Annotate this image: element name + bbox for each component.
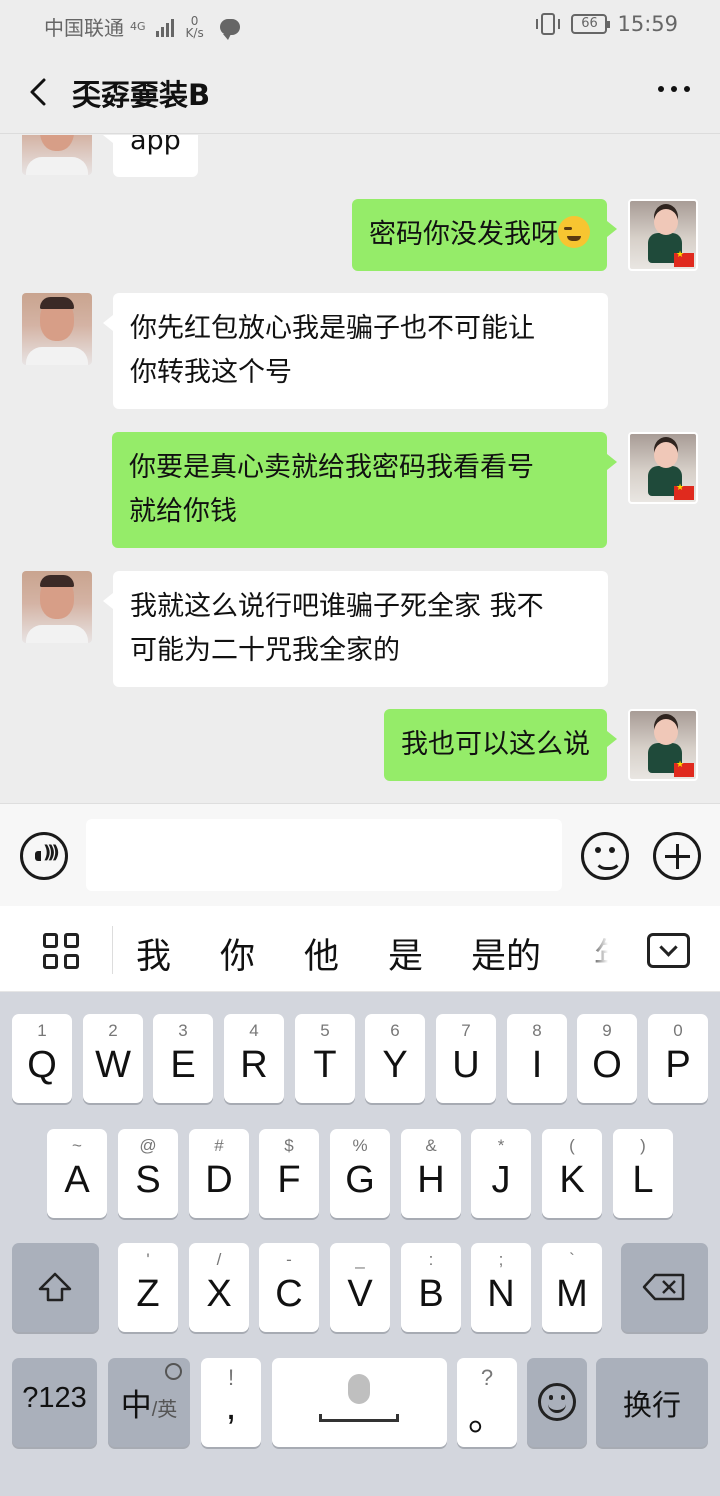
key-q[interactable]: 1Q xyxy=(12,1014,72,1103)
period-key[interactable]: ?。 xyxy=(457,1358,517,1447)
network-type: 4G xyxy=(130,20,146,33)
key-c[interactable]: -C xyxy=(259,1243,319,1332)
message-text: 密码你没发我呀 xyxy=(369,219,558,250)
message-bubble-incoming[interactable]: app xyxy=(103,135,198,177)
key-t[interactable]: 5T xyxy=(295,1014,355,1103)
smiley-icon xyxy=(538,1383,576,1421)
emoji-button[interactable] xyxy=(581,832,629,880)
key-k[interactable]: (K xyxy=(542,1129,602,1218)
backspace-key[interactable] xyxy=(621,1243,708,1332)
message-text-line: 可能为二十咒我全家的 xyxy=(130,635,400,666)
candidate-word[interactable]: 是的 xyxy=(471,928,541,979)
chat-notification-icon xyxy=(219,18,240,40)
shift-key[interactable] xyxy=(12,1243,99,1332)
contact-avatar[interactable] xyxy=(22,571,92,643)
message-list[interactable]: app 密码你没发我呀 你先红包放心我是骗子也不可能让 你转我这个号 你要是真心… xyxy=(0,135,720,803)
key-v[interactable]: _ V xyxy=(330,1243,390,1332)
key-s[interactable]: @ S xyxy=(118,1129,178,1218)
lang-sub: /英 xyxy=(151,1399,178,1421)
message-bubble-incoming[interactable]: 你先红包放心我是骗子也不可能让 你转我这个号 xyxy=(103,293,608,409)
net-speed: 0 K/s xyxy=(186,15,204,39)
my-avatar[interactable] xyxy=(628,709,698,781)
input-bar xyxy=(0,803,720,906)
message-text-line: 你要是真心卖就给我密码我看看号 xyxy=(129,452,534,483)
message-bubble-incoming[interactable]: 我就这么说行吧谁骗子死全家 我不 可能为二十咒我全家的 xyxy=(103,571,608,687)
status-bar: 中国联通 4G 0 K/s 66 15:59 xyxy=(0,0,720,50)
message-bubble-outgoing[interactable]: 密码你没发我呀 xyxy=(352,199,617,271)
my-avatar[interactable] xyxy=(628,432,698,504)
key-h[interactable]: & H xyxy=(401,1129,461,1218)
flag-icon xyxy=(674,760,694,777)
comma-key[interactable]: !, xyxy=(201,1358,261,1447)
candidate-word[interactable]: 他 xyxy=(304,928,339,979)
key-u[interactable]: 7U xyxy=(436,1014,496,1103)
key-b[interactable]: :B xyxy=(401,1243,461,1332)
flag-icon xyxy=(674,250,694,267)
candidate-word[interactable]: 是 xyxy=(388,928,423,979)
globe-icon xyxy=(165,1363,182,1380)
flag-icon xyxy=(674,483,694,500)
contact-avatar[interactable] xyxy=(22,135,92,175)
candidate-word[interactable]: 你 xyxy=(220,928,255,979)
key-p[interactable]: 0P xyxy=(648,1014,708,1103)
ime-menu-grid-icon[interactable] xyxy=(43,933,79,969)
backspace-icon xyxy=(642,1273,685,1301)
microphone-icon xyxy=(348,1374,370,1404)
lang-main: 中 xyxy=(120,1388,152,1423)
key-m[interactable]: ` M xyxy=(542,1243,602,1332)
more-options-icon[interactable] xyxy=(658,86,690,92)
ime-candidate-bar: 我 你 他 是 是的 年 xyxy=(0,906,720,992)
message-bubble-outgoing[interactable]: 你要是真心卖就给我密码我看看号 就给你钱 xyxy=(112,432,617,548)
key-f[interactable]: $ F xyxy=(259,1129,319,1218)
key-a[interactable]: ~ A xyxy=(47,1129,107,1218)
message-text-line: 你先红包放心我是骗子也不可能让 xyxy=(130,313,535,344)
message-text: app xyxy=(130,135,181,156)
carrier-label: 中国联通 xyxy=(44,16,124,40)
signal-icon xyxy=(155,17,174,37)
message-text: 我也可以这么说 xyxy=(401,729,590,760)
chat-header: 奀孬嫑装B xyxy=(0,50,720,134)
key-g[interactable]: % G xyxy=(330,1129,390,1218)
space-key[interactable] xyxy=(272,1358,447,1447)
space-icon xyxy=(319,1414,399,1422)
message-input[interactable] xyxy=(86,819,562,891)
wink-emoji-icon xyxy=(558,216,590,248)
numbers-key[interactable]: ?123 xyxy=(12,1358,97,1447)
my-avatar[interactable] xyxy=(628,199,698,271)
key-w[interactable]: 2W xyxy=(83,1014,143,1103)
shift-arrow-icon xyxy=(38,1272,72,1302)
battery-icon: 66 xyxy=(571,14,611,34)
more-actions-button[interactable] xyxy=(653,832,701,880)
message-text-line: 我就这么说行吧谁骗子死全家 我不 xyxy=(130,591,544,622)
voice-input-button[interactable] xyxy=(20,832,68,880)
key-l[interactable]: ) L xyxy=(613,1129,673,1218)
net-speed-unit: K/s xyxy=(185,25,204,40)
vibrate-icon xyxy=(536,13,561,35)
key-x[interactable]: / X xyxy=(189,1243,249,1332)
message-text-line: 就给你钱 xyxy=(129,496,237,527)
clock: 15:59 xyxy=(617,12,678,36)
key-r[interactable]: 4R xyxy=(224,1014,284,1103)
key-j[interactable]: * J xyxy=(471,1129,531,1218)
language-switch-key[interactable]: 中/英 xyxy=(108,1358,190,1447)
key-i[interactable]: 8I xyxy=(507,1014,567,1103)
message-bubble-outgoing[interactable]: 我也可以这么说 xyxy=(384,709,617,781)
hide-keyboard-icon[interactable] xyxy=(647,933,690,968)
contact-avatar[interactable] xyxy=(22,293,92,365)
key-y[interactable]: 6Y xyxy=(365,1014,425,1103)
divider xyxy=(112,926,113,974)
message-text-line: 你转我这个号 xyxy=(130,357,292,388)
key-e[interactable]: 3E xyxy=(153,1014,213,1103)
key-d[interactable]: # D xyxy=(189,1129,249,1218)
chat-title: 奀孬嫑装B xyxy=(72,78,211,112)
key-z[interactable]: ' Z xyxy=(118,1243,178,1332)
key-o[interactable]: 9O xyxy=(577,1014,637,1103)
back-arrow-icon[interactable] xyxy=(22,74,58,110)
key-n[interactable]: ; N xyxy=(471,1243,531,1332)
candidate-word[interactable]: 我 xyxy=(136,928,171,979)
enter-key[interactable]: 换行 xyxy=(596,1358,708,1447)
keyboard: 1Q 2W 3E 4R 5T 6Y 7U 8I 9O 0P ~ A @ S # D $… xyxy=(0,992,720,1496)
emoji-key[interactable] xyxy=(527,1358,587,1447)
